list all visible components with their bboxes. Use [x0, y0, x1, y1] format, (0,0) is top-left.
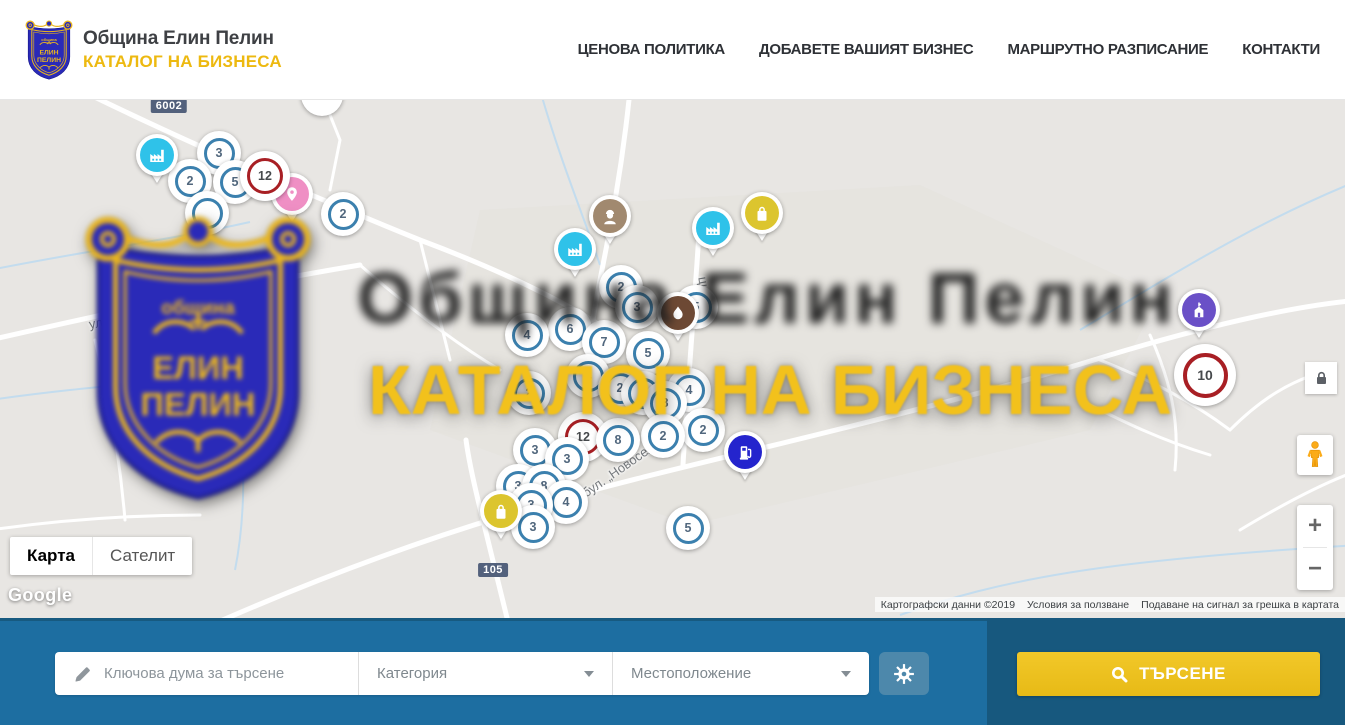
cluster-count: 2: [514, 378, 545, 409]
map-pin-bag[interactable]: [480, 490, 522, 532]
map-pin-church[interactable]: [1178, 289, 1220, 331]
search-button[interactable]: ТЪРСЕНЕ: [1017, 652, 1320, 696]
zoom-in-button[interactable]: +: [1297, 505, 1333, 547]
flame-icon: [668, 303, 688, 323]
cluster-count: [192, 198, 223, 229]
nav-item[interactable]: МАРШРУТНО РАЗПИСАНИЕ: [1007, 41, 1208, 58]
bag-icon: [491, 501, 511, 521]
google-logo[interactable]: Google: [8, 585, 72, 606]
map-cluster[interactable]: [185, 191, 229, 235]
nav-item[interactable]: ДОБАВЕТЕ ВАШИЯТ БИЗНЕС: [759, 41, 973, 58]
header: Община Елин Пелин КАТАЛОГ НА БИЗНЕСА ЦЕН…: [0, 0, 1345, 100]
site-subtitle: КАТАЛОГ НА БИЗНЕСА: [83, 52, 282, 72]
chevron-down-icon: [841, 671, 851, 677]
search-button-label: ТЪРСЕНЕ: [1139, 664, 1226, 684]
lock-icon: [1313, 370, 1330, 387]
cluster-count: 2: [328, 199, 359, 230]
keyword-input[interactable]: [104, 665, 334, 682]
fuel-icon: [735, 442, 755, 462]
zoom-control: + −: [1297, 505, 1333, 590]
keyword-section: [55, 652, 358, 695]
map-cluster[interactable]: 12: [240, 151, 290, 201]
map-type-control: Карта Сателит: [10, 537, 192, 575]
map-cluster[interactable]: 8: [596, 418, 640, 462]
cluster-count: 3: [518, 512, 549, 543]
map-cluster[interactable]: 5: [666, 506, 710, 550]
location-dropdown-value: Местоположение: [631, 665, 841, 682]
map-pin-factory[interactable]: [136, 134, 178, 176]
search-panel: Категория Местоположение: [0, 618, 1345, 725]
chevron-down-icon: [584, 671, 594, 677]
pegman-icon: [1306, 441, 1324, 469]
attribution-link[interactable]: Условия за ползване: [1021, 599, 1135, 611]
main-nav: ЦЕНОВА ПОЛИТИКА ДОБАВЕТЕ ВАШИЯТ БИЗНЕС МАР…: [578, 41, 1320, 58]
zoom-out-button[interactable]: −: [1297, 548, 1333, 590]
attribution-link[interactable]: Подаване на сигнал за грешка в картата: [1135, 599, 1345, 611]
cluster-count: 10: [1183, 353, 1228, 398]
cluster-count: 4: [512, 320, 543, 351]
nav-item[interactable]: ЦЕНОВА ПОЛИТИКА: [578, 41, 725, 58]
cluster-count: 2: [688, 415, 719, 446]
map-pin-fuel[interactable]: [724, 431, 766, 473]
attribution-text: Картографски данни ©2019: [875, 599, 1021, 611]
cluster-count: 4: [551, 487, 582, 518]
factory-icon: [565, 239, 585, 259]
municipality-shield-icon: [25, 19, 73, 81]
map-cluster[interactable]: 3: [615, 285, 659, 329]
nav-item[interactable]: КОНТАКТИ: [1242, 41, 1320, 58]
map-cluster[interactable]: 2: [681, 408, 725, 452]
category-dropdown-value: Категория: [377, 665, 584, 682]
map-pin-flame[interactable]: [657, 292, 699, 334]
cluster-count: 2: [648, 421, 679, 452]
map-cluster[interactable]: 4: [505, 313, 549, 357]
map-cluster[interactable]: 5: [626, 331, 670, 375]
cluster-count: 6: [555, 314, 586, 345]
advanced-settings-button[interactable]: [879, 652, 929, 695]
map-cluster[interactable]: 10: [1174, 344, 1236, 406]
search-icon: [1111, 666, 1128, 683]
cluster-count: 3: [622, 292, 653, 323]
cluster-count: 5: [673, 513, 704, 544]
factory-icon: [147, 145, 167, 165]
location-dropdown[interactable]: Местоположение: [612, 652, 869, 695]
gear-icon: [893, 663, 915, 685]
cluster-count: 12: [247, 158, 283, 194]
cluster-count: 8: [603, 425, 634, 456]
map-pin-partial[interactable]: [301, 100, 343, 116]
lock-indicator: [1305, 362, 1337, 394]
map-markers: 3251222356475427428221283338433510: [0, 100, 1345, 618]
factory-icon: [703, 218, 723, 238]
street-view-pegman[interactable]: [1297, 435, 1333, 475]
cluster-count: 5: [633, 338, 664, 369]
site-logo[interactable]: Община Елин Пелин КАТАЛОГ НА БИЗНЕСА: [25, 19, 282, 81]
map-cluster[interactable]: 2: [641, 414, 685, 458]
map-cluster[interactable]: 2: [321, 192, 365, 236]
map-attribution: Картографски данни ©2019Условия за ползв…: [875, 597, 1345, 612]
map-pin-factory[interactable]: [554, 228, 596, 270]
map-type-satellite-button[interactable]: Сателит: [92, 537, 192, 575]
church-icon: [1189, 300, 1209, 320]
pencil-icon: [73, 664, 92, 683]
search-input-group: Категория Местоположение: [55, 652, 869, 695]
map-pin-factory[interactable]: [692, 207, 734, 249]
site-title: Община Елин Пелин: [83, 28, 282, 50]
worker-icon: [600, 206, 620, 226]
category-dropdown[interactable]: Категория: [358, 652, 612, 695]
cluster-count: 7: [589, 327, 620, 358]
map-pin-bag[interactable]: [741, 192, 783, 234]
bag-icon: [752, 203, 772, 223]
map-type-map-button[interactable]: Карта: [10, 537, 92, 575]
app-root: община ЕЛИН ПЕЛИН Община Елин Пелин КАТА…: [0, 0, 1345, 725]
map-canvas[interactable]: 6002105ул. Преславбул. „Новоселци 325122…: [0, 100, 1345, 618]
map-cluster[interactable]: 2: [507, 371, 551, 415]
